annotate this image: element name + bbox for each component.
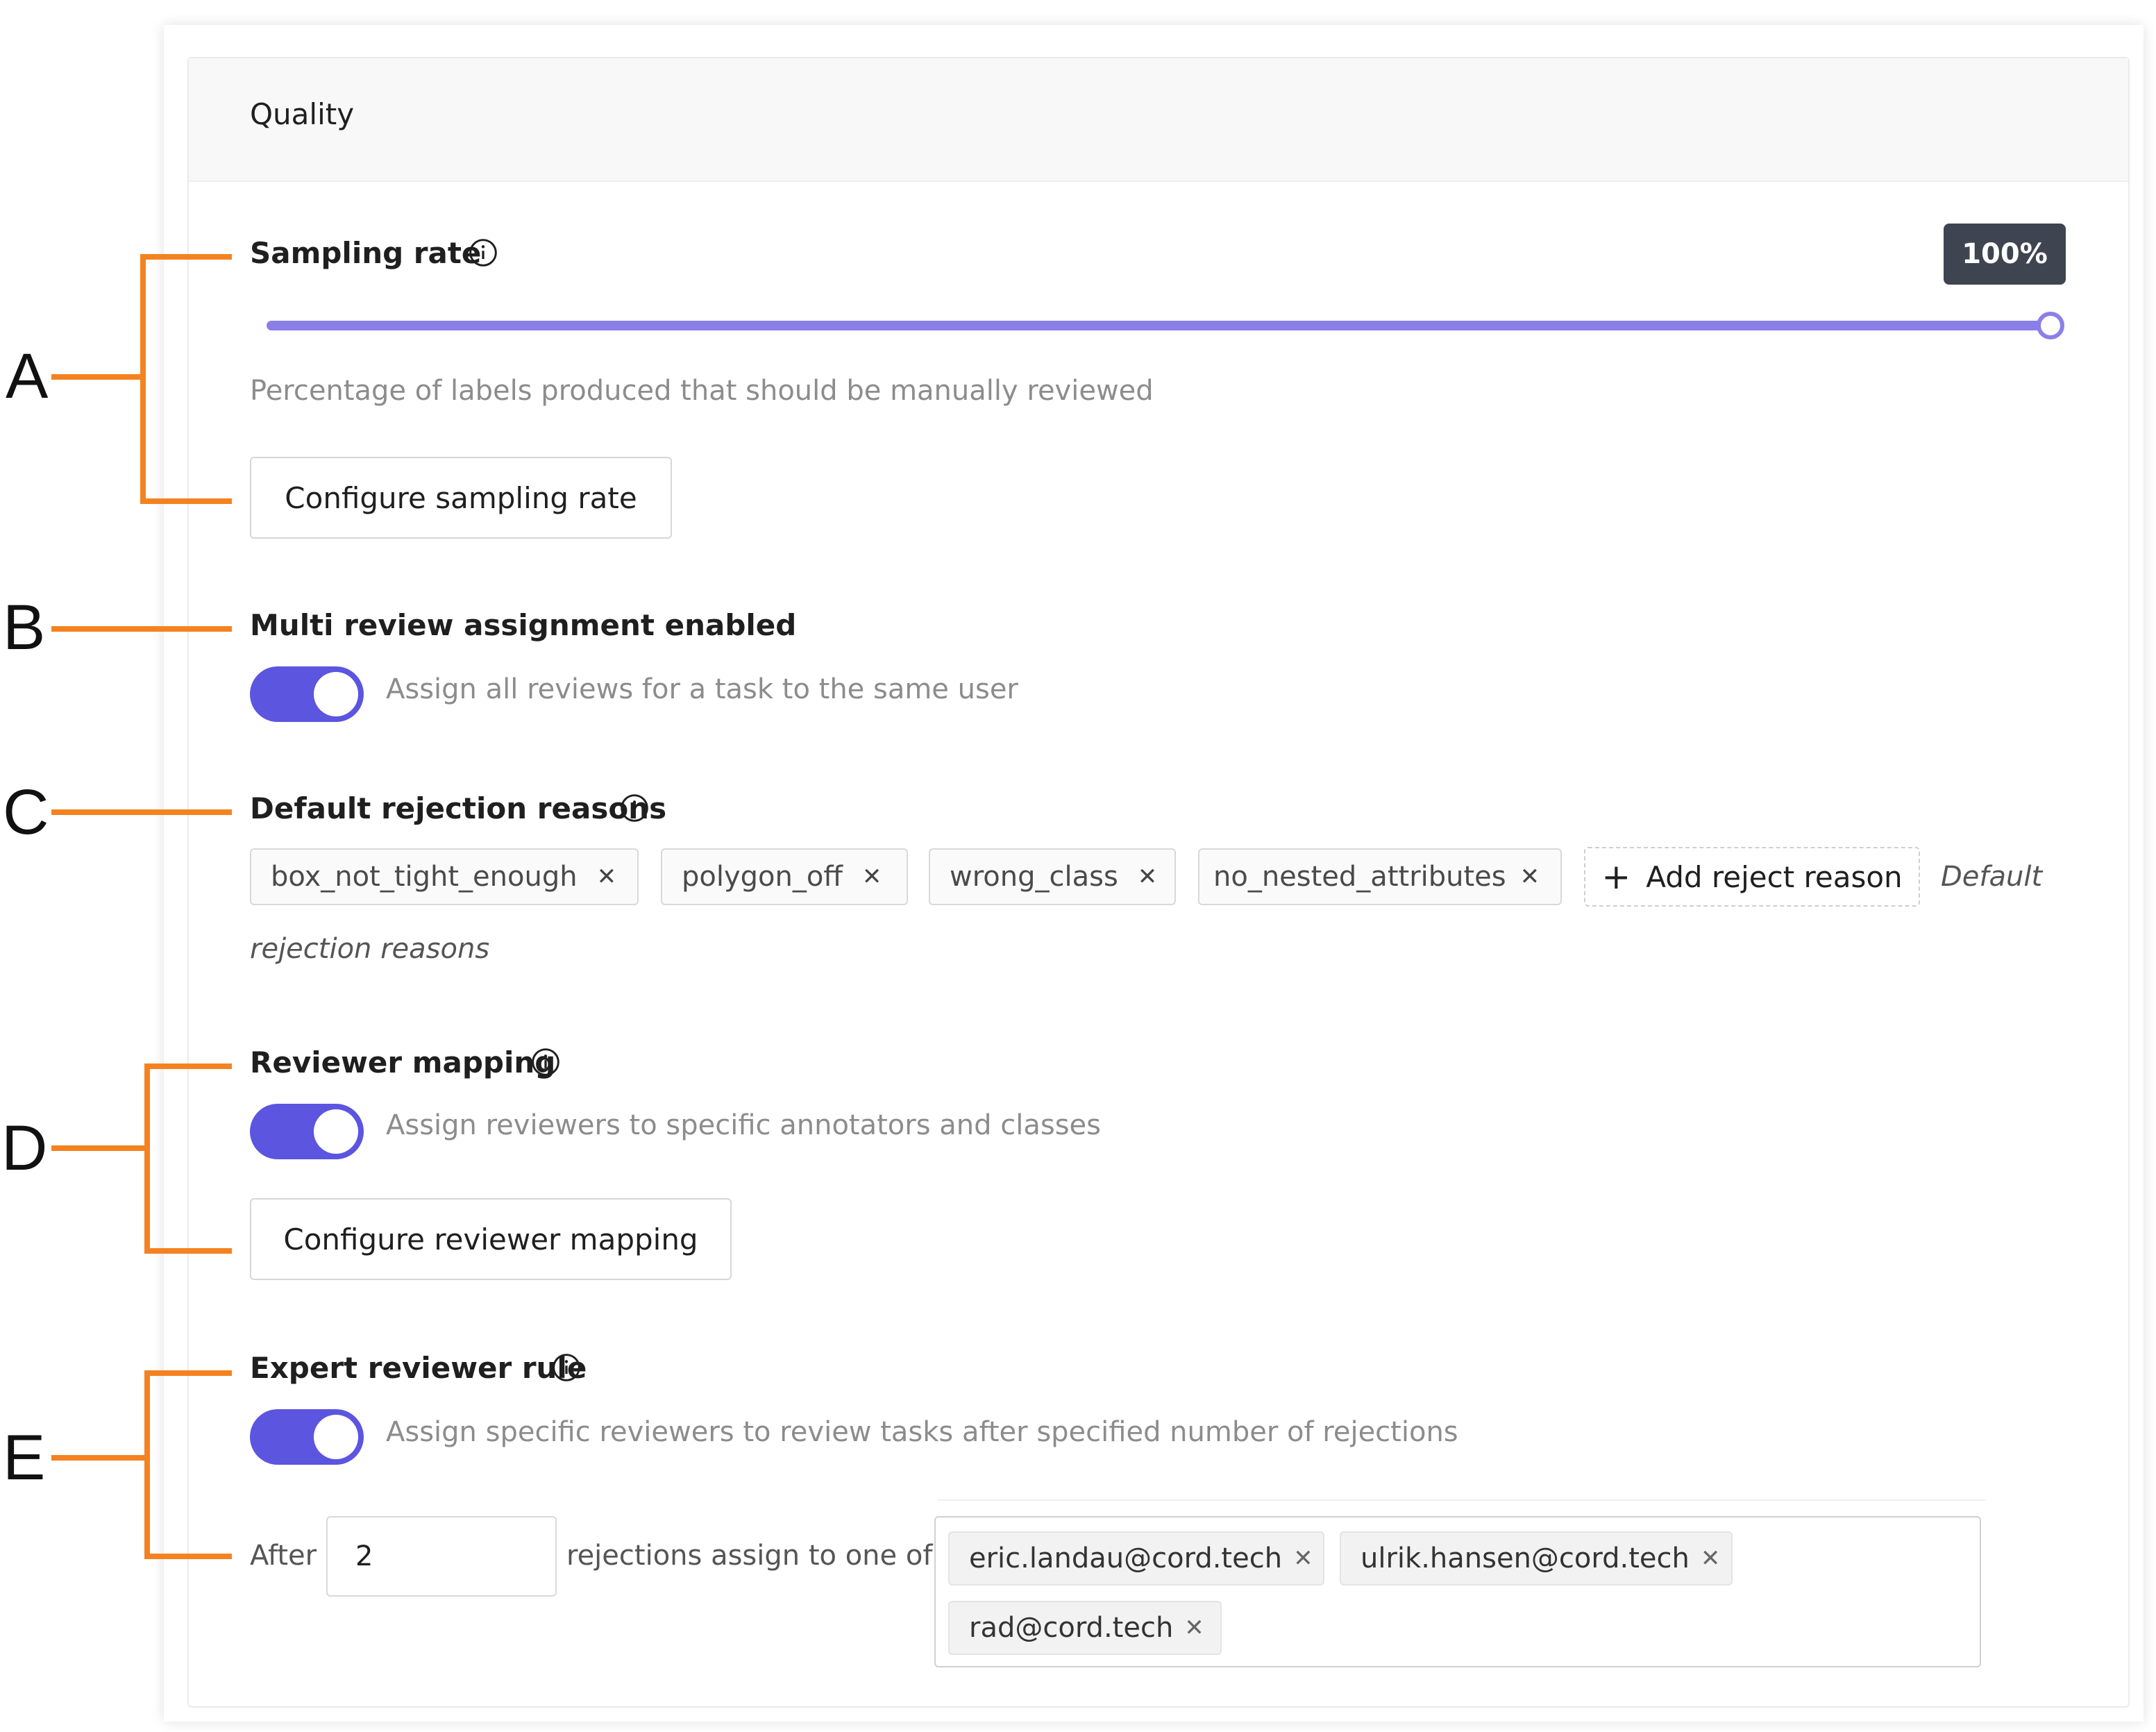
callout-a-bottom xyxy=(140,498,232,504)
multi-review-toggle[interactable] xyxy=(250,666,364,722)
rejection-note-line2: rejection reasons xyxy=(250,933,490,965)
callout-d-bracket xyxy=(144,1063,150,1254)
sampling-rate-description: Percentage of labels produced that shoul… xyxy=(250,375,1154,407)
reviewer-chip-label: eric.landau@cord.tech xyxy=(969,1542,1283,1574)
configure-sampling-rate-button[interactable]: Configure sampling rate xyxy=(250,457,672,539)
rejection-tag-label: no_nested_attributes xyxy=(1213,861,1506,893)
callout-letter-b: B xyxy=(3,592,46,663)
callout-a-top xyxy=(140,254,232,260)
expert-reviewer-rule-toggle[interactable] xyxy=(250,1409,364,1465)
multi-review-description: Assign all reviews for a task to the sam… xyxy=(386,673,1018,705)
divider xyxy=(937,1499,1985,1501)
multi-review-title: Multi review assignment enabled xyxy=(250,608,797,642)
callout-c-line xyxy=(51,809,232,815)
reviewer-chip-label: ulrik.hansen@cord.tech xyxy=(1361,1542,1690,1574)
callout-b-line xyxy=(51,626,232,632)
sampling-rate-slider-fill xyxy=(267,321,2053,330)
close-icon[interactable]: ✕ xyxy=(1520,863,1540,891)
card-header xyxy=(189,58,2128,182)
reviewer-chip: rad@cord.tech ✕ xyxy=(948,1601,1222,1655)
callout-d-top xyxy=(144,1063,232,1069)
info-circle-icon[interactable] xyxy=(551,1352,582,1383)
callout-letter-e: E xyxy=(3,1422,46,1493)
close-icon[interactable]: ✕ xyxy=(1184,1614,1204,1642)
reviewer-chip: eric.landau@cord.tech ✕ xyxy=(948,1531,1324,1586)
callout-d-bottom xyxy=(144,1248,232,1254)
configure-reviewer-mapping-button[interactable]: Configure reviewer mapping xyxy=(250,1198,732,1280)
add-reject-reason-button[interactable]: + Add reject reason xyxy=(1584,847,1920,907)
sampling-rate-title: Sampling rate xyxy=(250,236,482,270)
close-icon[interactable]: ✕ xyxy=(1138,863,1158,891)
reviewer-mapping-toggle[interactable] xyxy=(250,1104,364,1159)
rejections-count-input[interactable]: 2 xyxy=(326,1516,557,1597)
rejection-tag: polygon_off ✕ xyxy=(661,848,908,905)
rejection-tag: no_nested_attributes ✕ xyxy=(1198,848,1562,905)
callout-a-stub xyxy=(51,374,143,380)
toggle-knob xyxy=(314,1109,358,1154)
rejection-tag-label: wrong_class xyxy=(950,861,1118,893)
toggle-knob xyxy=(314,672,358,716)
close-icon[interactable]: ✕ xyxy=(597,863,617,891)
close-icon[interactable]: ✕ xyxy=(1293,1545,1313,1572)
close-icon[interactable]: ✕ xyxy=(862,863,882,891)
rejection-reasons-title: Default rejection reasons xyxy=(250,791,667,825)
expert-reviewer-rule-description: Assign specific reviewers to review task… xyxy=(386,1416,1458,1448)
rejection-note-line1: Default xyxy=(1941,861,2043,893)
callout-letter-a: A xyxy=(6,341,49,412)
sampling-rate-value-badge: 100% xyxy=(1944,224,2066,285)
toggle-knob xyxy=(314,1415,358,1459)
callout-e-bracket xyxy=(144,1370,150,1559)
info-circle-icon[interactable] xyxy=(619,793,650,823)
info-circle-icon[interactable] xyxy=(530,1047,561,1077)
assign-label: rejections assign to one of xyxy=(566,1540,933,1572)
rejection-tag: wrong_class ✕ xyxy=(929,848,1176,905)
rejection-tag-label: box_not_tight_enough xyxy=(271,861,578,893)
close-icon[interactable]: ✕ xyxy=(1701,1545,1721,1572)
reviewer-mapping-title: Reviewer mapping xyxy=(250,1045,556,1079)
after-label: After xyxy=(250,1540,317,1572)
rejection-tag-label: polygon_off xyxy=(682,861,843,893)
rejection-tag: box_not_tight_enough ✕ xyxy=(250,848,639,905)
reviewer-chip: ulrik.hansen@cord.tech ✕ xyxy=(1340,1531,1733,1586)
reviewer-mapping-description: Assign reviewers to specific annotators … xyxy=(386,1109,1101,1141)
callout-letter-c: C xyxy=(3,777,49,848)
info-circle-icon[interactable] xyxy=(468,237,498,268)
callout-a-bracket xyxy=(140,254,146,504)
callout-d-stub xyxy=(51,1145,149,1151)
expert-reviewer-rule-title: Expert reviewer rule xyxy=(250,1351,587,1385)
sampling-rate-slider-handle[interactable] xyxy=(2037,312,2064,339)
callout-e-top xyxy=(144,1370,232,1376)
callout-letter-d: D xyxy=(1,1113,48,1184)
add-reject-reason-label: Add reject reason xyxy=(1646,859,1903,894)
reviewer-chip-label: rad@cord.tech xyxy=(969,1612,1174,1644)
panel-title: Quality xyxy=(250,97,355,131)
callout-e-stub xyxy=(51,1455,149,1461)
plus-icon: + xyxy=(1601,857,1631,897)
callout-e-bottom xyxy=(144,1554,232,1559)
